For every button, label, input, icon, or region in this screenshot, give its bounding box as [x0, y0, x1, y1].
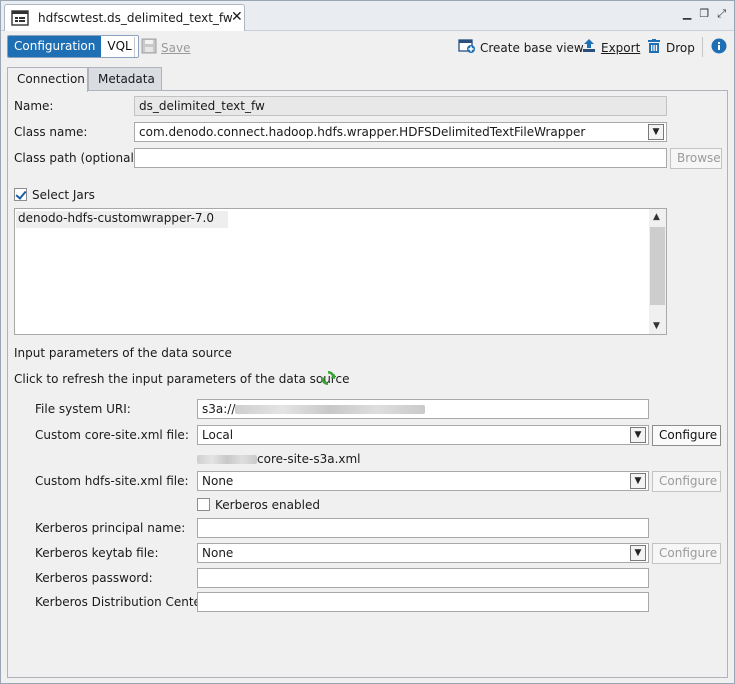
chevron-up-icon[interactable]: ▲ [653, 212, 660, 222]
chevron-down-icon[interactable]: ▼ [630, 427, 646, 443]
configuration-button[interactable]: Configuration [8, 36, 102, 57]
toolbar-divider-right [702, 37, 703, 57]
kerberos-keytab-label: Kerberos keytab file: [35, 546, 159, 560]
kerberos-enabled-checkbox[interactable] [197, 498, 210, 511]
configure-hdfs-site-button[interactable]: Configure [652, 471, 721, 492]
kerberos-principal-label: Kerberos principal name: [35, 521, 186, 535]
trash-icon [646, 38, 662, 57]
create-base-view-button[interactable]: Create base view [458, 38, 584, 57]
jars-list-scrollbar[interactable]: ▲ ▼ [649, 209, 666, 334]
kerberos-keytab-select[interactable]: None ▼ [197, 543, 649, 563]
drop-label: Drop [666, 40, 695, 55]
fs-uri-label: File system URI: [35, 402, 131, 416]
redacted-text [235, 405, 426, 414]
chevron-down-icon[interactable]: ▼ [630, 473, 646, 489]
fs-uri-value: s3a:// [202, 402, 236, 416]
hdfs-site-value: None [202, 474, 234, 488]
create-base-view-icon [458, 38, 476, 57]
drop-button[interactable]: Drop [646, 38, 695, 57]
close-icon[interactable]: ✕ [231, 9, 243, 25]
datasource-icon [11, 10, 29, 29]
export-button[interactable]: Export [581, 38, 640, 57]
editor-tab[interactable]: hdfscwtest.ds_delimited_text_fw ✕ [4, 4, 245, 31]
scrollbar-thumb[interactable] [650, 227, 665, 305]
vql-button[interactable]: VQL [101, 36, 138, 57]
create-base-view-label: Create base view [480, 40, 584, 55]
refresh-icon[interactable] [319, 369, 337, 390]
info-button[interactable] [711, 38, 727, 57]
restore-icon[interactable]: ❐ [699, 7, 709, 21]
info-icon [711, 38, 727, 57]
configure-core-site-button[interactable]: Configure [652, 425, 721, 446]
core-site-label: Custom core-site.xml file: [35, 428, 189, 442]
hdfs-site-label: Custom hdfs-site.xml file: [35, 474, 189, 488]
params-section-title: Input parameters of the data source [14, 346, 232, 360]
editor-window: hdfscwtest.ds_delimited_text_fw ✕ ▁ ❐ ⤢ … [0, 0, 735, 684]
core-site-select[interactable]: Local ▼ [197, 425, 649, 445]
name-label: Name: [14, 99, 54, 113]
core-site-value: Local [202, 428, 234, 442]
kerberos-password-label: Kerberos password: [35, 571, 153, 585]
select-jars-label: Select Jars [32, 188, 95, 202]
kerberos-kdc-input[interactable] [197, 592, 649, 612]
class-name-label: Class name: [14, 125, 88, 139]
browse-button[interactable]: Browse [670, 148, 722, 169]
kerberos-password-input[interactable] [197, 568, 649, 588]
toolbar: Configuration VQL Save Create base view … [1, 32, 734, 62]
redacted-text [197, 455, 257, 464]
toolbar-divider [134, 37, 135, 57]
maximize-icon[interactable]: ⤢ [717, 7, 726, 21]
chevron-down-icon[interactable]: ▼ [653, 321, 660, 331]
kerberos-keytab-value: None [202, 546, 234, 560]
save-label: Save [161, 40, 191, 55]
window-controls: ▁ ❐ ⤢ [683, 7, 726, 21]
editor-tab-title: hdfscwtest.ds_delimited_text_fw [38, 11, 233, 25]
title-bar: hdfscwtest.ds_delimited_text_fw ✕ ▁ ❐ ⤢ [1, 1, 734, 31]
view-mode-toggle: Configuration VQL [7, 35, 139, 58]
minimize-icon[interactable]: ▁ [683, 7, 691, 21]
configure-keytab-button[interactable]: Configure [652, 543, 721, 564]
select-jars-checkbox[interactable] [14, 188, 27, 201]
kerberos-principal-input[interactable] [197, 518, 649, 538]
kerberos-kdc-label: Kerberos Distribution Center: [35, 595, 210, 609]
refresh-params-text: Click to refresh the input parameters of… [14, 372, 350, 386]
hdfs-site-select[interactable]: None ▼ [197, 471, 649, 491]
tab-connection[interactable]: Connection [7, 67, 88, 92]
tab-metadata[interactable]: Metadata [88, 67, 162, 91]
class-name-value: com.denodo.connect.hadoop.hdfs.wrapper.H… [139, 125, 586, 139]
fs-uri-input[interactable]: s3a:// [197, 399, 649, 419]
core-site-file-name: core-site-s3a.xml [257, 452, 361, 466]
jars-list[interactable]: denodo-hdfs-customwrapper-7.0 ▲ ▼ [14, 208, 667, 335]
name-field: ds_delimited_text_fw [134, 96, 667, 116]
list-item[interactable]: denodo-hdfs-customwrapper-7.0 [16, 211, 228, 228]
class-name-select[interactable]: com.denodo.connect.hadoop.hdfs.wrapper.H… [134, 122, 667, 142]
core-site-file-path: core-site-s3a.xml [197, 452, 361, 466]
kerberos-enabled-label: Kerberos enabled [215, 498, 320, 512]
chevron-down-icon[interactable]: ▼ [648, 124, 664, 140]
class-path-label: Class path (optional): [14, 151, 143, 165]
export-label: Export [601, 40, 641, 55]
export-icon [581, 38, 597, 57]
class-path-input[interactable] [134, 148, 667, 168]
chevron-down-icon[interactable]: ▼ [630, 545, 646, 561]
save-icon [141, 38, 157, 57]
save-button[interactable]: Save [141, 38, 190, 57]
